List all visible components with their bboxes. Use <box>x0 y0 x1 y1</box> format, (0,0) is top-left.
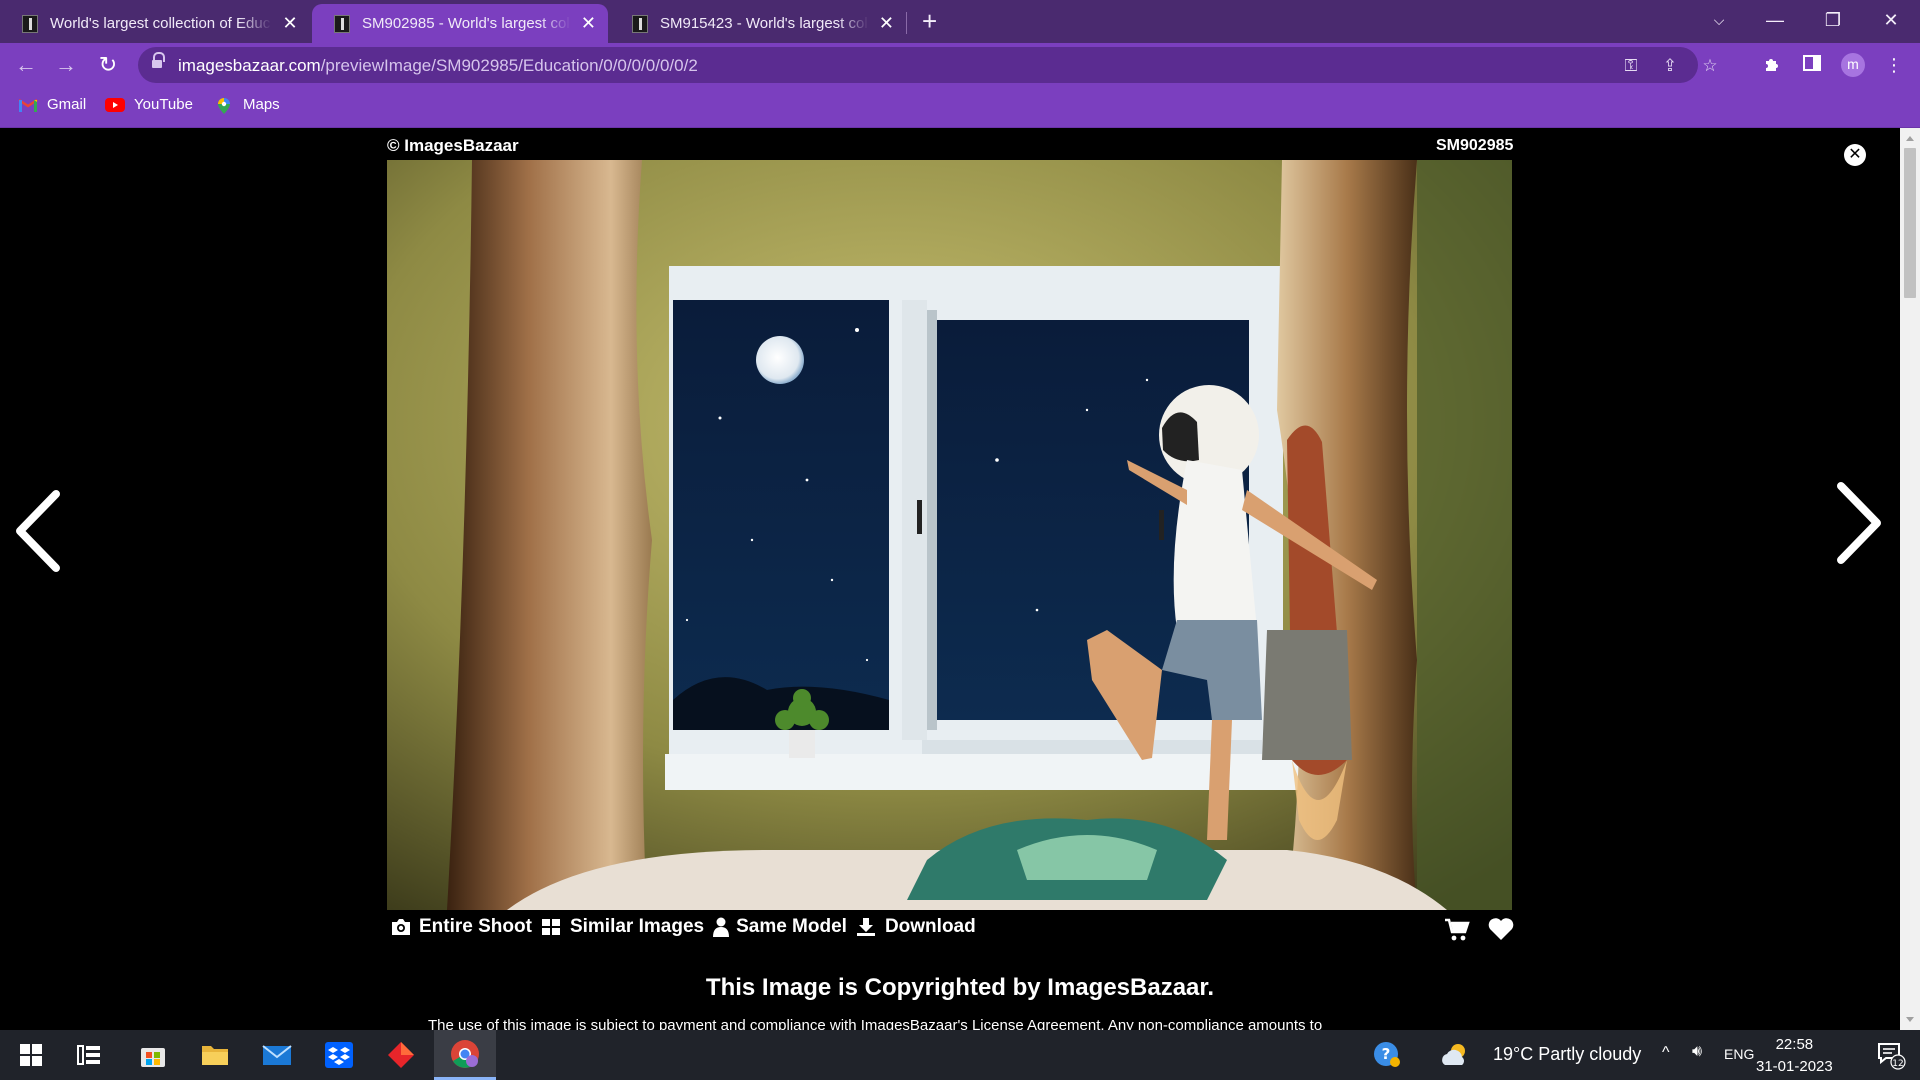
tab-separator <box>906 12 907 34</box>
tab-close-icon[interactable]: ✕ <box>282 13 298 34</box>
download-icon <box>856 917 878 937</box>
scroll-up-icon[interactable] <box>1906 136 1914 141</box>
tab-close-icon[interactable]: ✕ <box>879 13 894 34</box>
action-label: Same Model <box>736 916 847 937</box>
cart-icon[interactable] <box>1444 918 1470 947</box>
bookmark-label: Gmail <box>47 96 87 113</box>
clock-time: 22:58 <box>1775 1036 1814 1053</box>
weather-text[interactable]: 19°C Partly cloudy <box>1493 1044 1641 1065</box>
notification-count: 12 <box>1892 1059 1903 1069</box>
bookmark-youtube[interactable]: YouTube <box>105 96 193 113</box>
next-image-arrow-icon[interactable] <box>1835 480 1885 571</box>
taskbar-clock[interactable]: 22:58 31-01-2023 <box>1756 1034 1833 1078</box>
tab-title: SM902985 - World's largest colle <box>362 15 571 32</box>
speaker-icon[interactable]: 🔊︎ <box>1692 1043 1702 1061</box>
close-preview-icon[interactable]: ✕ <box>1844 144 1866 166</box>
address-bar[interactable]: imagesbazaar.com/previewImage/SM902985/E… <box>138 47 1718 83</box>
entire-shoot-button[interactable]: Entire Shoot <box>390 916 532 938</box>
profile-avatar[interactable]: m <box>1841 53 1865 77</box>
menu-kebab-icon[interactable]: ⋮ <box>1882 54 1906 76</box>
action-label: Download <box>884 916 976 937</box>
svg-text:?: ? <box>1382 1045 1391 1063</box>
window-close-icon[interactable]: ✕ <box>1868 4 1914 36</box>
download-button[interactable]: Download <box>856 916 976 938</box>
copyright-watermark: © ImagesBazaar <box>387 136 519 155</box>
weather-partly-cloudy-icon[interactable] <box>1436 1030 1476 1080</box>
grid-icon <box>541 917 563 937</box>
site-favicon-icon <box>632 14 648 33</box>
language-indicator[interactable]: ENG <box>1724 1046 1754 1062</box>
tab-close-icon[interactable]: ✕ <box>581 13 596 34</box>
camera-icon <box>390 917 412 937</box>
image-preview-page: © ImagesBazaar SM902985 ✕ Entire Shoot S… <box>0 128 1920 1030</box>
bookmarks-bar: Gmail YouTube Maps <box>0 87 1920 128</box>
bookmark-maps[interactable]: Maps <box>214 96 280 114</box>
tab-search-chevron-icon[interactable]: ⌵ <box>1696 4 1742 36</box>
file-explorer-icon[interactable] <box>184 1030 246 1080</box>
back-arrow-icon[interactable]: ← <box>10 49 42 81</box>
share-icon[interactable]: ⇪ <box>1659 55 1681 77</box>
tab-2[interactable]: SM902985 - World's largest colle ✕ <box>312 4 608 43</box>
minimize-icon[interactable]: — <box>1752 4 1798 36</box>
lock-icon[interactable] <box>152 52 165 70</box>
gmail-icon <box>18 97 38 113</box>
url-text[interactable]: imagesbazaar.com/previewImage/SM902985/E… <box>178 56 698 76</box>
task-view-icon[interactable] <box>58 1030 120 1080</box>
tab-1[interactable]: World's largest collection of Educ ✕ <box>0 4 310 43</box>
microsoft-store-icon[interactable] <box>122 1030 184 1080</box>
user-icon <box>713 917 730 937</box>
tab-title: World's largest collection of Educ <box>50 15 271 32</box>
image-id: SM902985 <box>1436 137 1514 154</box>
windows-start-icon[interactable] <box>0 1030 62 1080</box>
site-favicon-icon <box>22 14 38 33</box>
side-panel-icon[interactable] <box>1800 54 1824 76</box>
extensions-icon[interactable] <box>1760 54 1784 76</box>
copyright-notice-title: This Image is Copyrighted by ImagesBazaa… <box>705 974 1215 1001</box>
show-hidden-icons-chevron-icon[interactable]: ^ <box>1662 1044 1670 1062</box>
preview-photo <box>387 160 1512 910</box>
maps-icon <box>214 97 234 114</box>
help-icon[interactable]: ? <box>1356 1030 1418 1080</box>
action-label: Entire Shoot <box>419 916 532 937</box>
scrollbar-thumb[interactable] <box>1904 148 1916 298</box>
clock-date: 31-01-2023 <box>1756 1058 1833 1075</box>
bookmark-star-icon[interactable]: ☆ <box>1699 55 1721 77</box>
action-label: Similar Images <box>569 916 705 937</box>
key-icon[interactable]: ⚿ <box>1620 55 1642 77</box>
page-scrollbar[interactable] <box>1900 128 1920 1030</box>
image-actions: Entire Shoot Similar Images Same Model D… <box>390 916 985 938</box>
youtube-icon <box>105 97 125 113</box>
notification-center-icon[interactable]: 12 <box>1866 1030 1916 1080</box>
tab-strip: World's largest collection of Educ ✕ SM9… <box>0 0 1920 43</box>
bookmark-label: Maps <box>243 96 280 113</box>
tab-title: SM915423 - World's largest colle <box>660 15 869 32</box>
scroll-down-icon[interactable] <box>1906 1017 1914 1022</box>
chrome-taskbar-icon[interactable] <box>434 1030 496 1080</box>
same-model-button[interactable]: Same Model <box>713 916 847 938</box>
mail-icon[interactable] <box>246 1030 308 1080</box>
restore-icon[interactable]: ❐ <box>1810 4 1856 36</box>
new-tab-button[interactable]: + <box>922 6 937 37</box>
copyright-notice-text: The use of this image is subject to paym… <box>428 1017 1323 1030</box>
similar-images-button[interactable]: Similar Images <box>541 916 704 938</box>
tab-3[interactable]: SM915423 - World's largest colle ✕ <box>610 4 906 43</box>
windows-taskbar: ? 19°C Partly cloudy ^ 🔊︎ ENG 22:58 31-0… <box>0 1030 1920 1080</box>
dropbox-icon[interactable] <box>308 1030 370 1080</box>
bookmark-gmail[interactable]: Gmail <box>18 96 86 113</box>
reload-icon[interactable]: ↻ <box>92 49 124 81</box>
app-red-diamond-icon[interactable] <box>370 1030 432 1080</box>
previous-image-arrow-icon[interactable] <box>12 488 62 579</box>
browser-toolbar: ← → ↻ imagesbazaar.com/previewImage/SM90… <box>0 43 1920 87</box>
site-favicon-icon <box>334 14 350 33</box>
bookmark-label: YouTube <box>134 96 193 113</box>
forward-arrow-icon[interactable]: → <box>50 49 82 81</box>
favorite-heart-icon[interactable] <box>1488 917 1514 946</box>
